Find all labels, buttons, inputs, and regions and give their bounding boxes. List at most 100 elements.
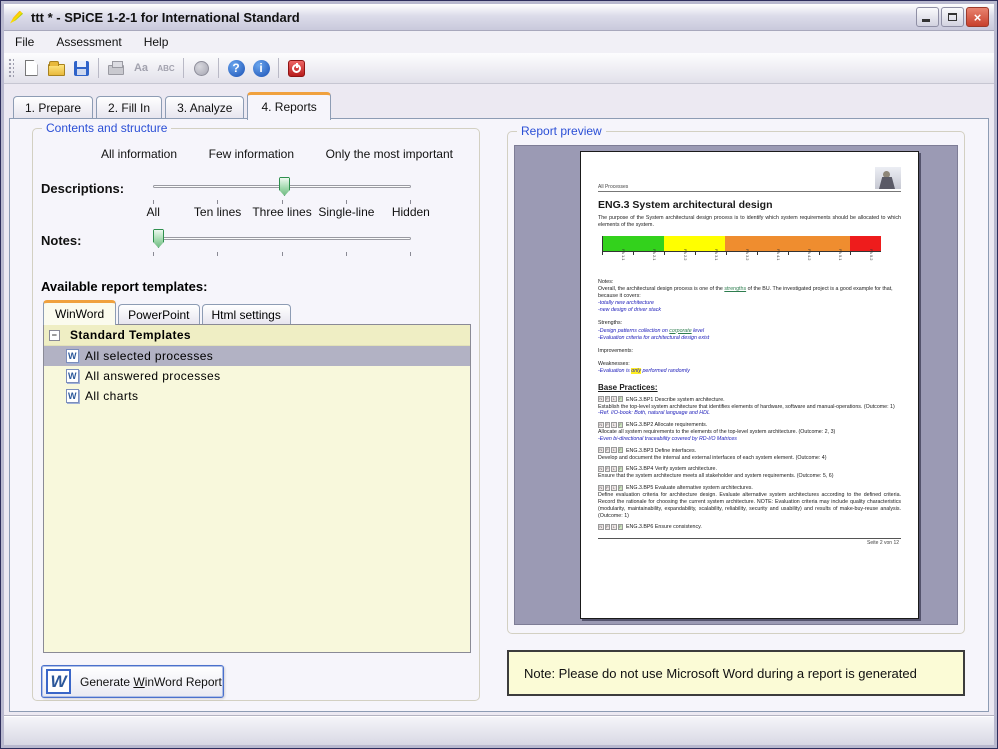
spellcheck-button: ABC [155,57,177,79]
maximize-button[interactable] [941,7,964,27]
tick-all: All [121,200,185,219]
note-text: Note: Please do not use Microsoft Word d… [524,666,917,681]
menu-file[interactable]: File [4,32,45,52]
tab-winword[interactable]: WinWord [43,300,116,325]
toolbar: Aa ABC ? i [4,53,994,84]
page-footer: Seite 2 von 12 [598,538,901,547]
word-document-icon: W [66,349,79,363]
base-practice-6: NPLFENG.3.BP6 Ensure consistency. [598,524,901,531]
slider-track[interactable] [153,237,411,240]
word-document-icon: W [66,369,79,383]
improvements-section: Improvements: [598,348,901,355]
generate-button-label: Generate WinWord Report [80,675,222,689]
template-tab-strip: WinWord PowerPoint Html settings [43,300,293,324]
highlighted-word: only [631,368,641,374]
toolbar-separator [98,58,99,78]
link-corporate: corporate [669,328,691,334]
tick-hidden: Hidden [379,200,443,219]
label-only-most-important: Only the most important [326,147,453,161]
slider-header-labels: All information Few information Only the… [101,147,453,161]
templates-label: Available report templates: [41,279,207,294]
tree-item-all-charts[interactable]: W All charts [44,386,470,406]
minimize-button[interactable] [916,7,939,27]
process-purpose: The purpose of the System architectural … [598,215,901,229]
window-title: ttt * - SPiCE 1-2-1 for International St… [31,10,300,25]
open-button[interactable] [45,57,67,79]
notes-slider-thumb[interactable] [153,229,164,248]
toolbar-separator [278,58,279,78]
info-button[interactable]: i [250,57,272,79]
toolbar-separator [218,58,219,78]
generate-winword-report-button[interactable]: W Generate WinWord Report [41,665,224,698]
print-button [105,57,127,79]
menu-bar: File Assessment Help [4,31,994,53]
winword-icon: W [46,669,71,694]
page-header-text: All Processes [598,184,628,190]
tab-reports[interactable]: 4. Reports [247,92,330,120]
base-practice-1: NPLFENG.3.BP1 Describe system architectu… [598,396,901,417]
word-document-icon: W [66,389,79,403]
descriptions-slider[interactable] [153,177,411,197]
app-icon [9,9,26,26]
print-icon [108,65,124,75]
report-preview-groupbox: Report preview All Processes ENG.3 Syste… [507,131,965,634]
collapse-icon[interactable]: − [49,330,60,341]
tab-prepare[interactable]: 1. Prepare [13,96,93,119]
save-button[interactable] [70,57,92,79]
person-photo [875,167,901,189]
template-tree: − Standard Templates W All selected proc… [43,324,471,653]
status-bar [4,715,994,745]
menu-assessment[interactable]: Assessment [45,32,132,52]
groupbox-label: Contents and structure [42,121,171,135]
web-button [190,57,212,79]
app-window: ttt * - SPiCE 1-2-1 for International St… [0,0,998,749]
exit-button[interactable] [285,57,307,79]
report-preview-area: All Processes ENG.3 System architectural… [514,145,958,625]
tick-ten-lines: Ten lines [185,200,249,219]
descriptions-tick-labels: All Ten lines Three lines Single-line Hi… [121,200,443,219]
font-button: Aa [130,57,152,79]
base-practice-3: NPLFENG.3.BP3 Define interfaces. Develop… [598,447,901,461]
link-strengths: strengths [724,286,746,292]
toolbar-grip[interactable] [8,58,14,78]
tick-single-line: Single-line [314,200,378,219]
tree-root-standard-templates[interactable]: − Standard Templates [44,325,470,346]
save-icon [74,61,89,76]
spellcheck-icon: ABC [157,64,174,73]
new-document-button[interactable] [20,57,42,79]
descriptions-slider-thumb[interactable] [279,177,290,196]
warning-note-box: Note: Please do not use Microsoft Word d… [507,650,965,696]
tick-three-lines: Three lines [250,200,314,219]
contents-structure-groupbox: Contents and structure All information F… [32,128,480,701]
tree-item-all-answered-processes[interactable]: W All answered processes [44,366,470,386]
globe-icon [194,61,209,76]
tab-powerpoint[interactable]: PowerPoint [118,304,199,325]
strengths-section: Strengths: -Design patterns collection o… [598,320,901,341]
help-icon: ? [228,60,245,77]
page-header: All Processes [598,174,901,192]
weaknesses-section: Weaknesses: -Evaluation is only performe… [598,361,901,375]
base-practice-2: NPLFENG.3.BP2 Allocate requirements. All… [598,422,901,443]
power-icon [288,60,305,77]
menu-help[interactable]: Help [133,32,180,52]
open-folder-icon [48,64,65,76]
notes-tick-marks [121,252,443,257]
maximize-icon [948,13,957,21]
report-page-preview: All Processes ENG.3 System architectural… [580,151,919,619]
tab-analyze[interactable]: 3. Analyze [165,96,244,119]
label-few-information: Few information [209,147,294,161]
label-all-information: All information [101,147,177,161]
tab-html-settings[interactable]: Html settings [202,304,291,325]
descriptions-label: Descriptions: [41,181,124,196]
info-icon: i [253,60,270,77]
notes-slider[interactable] [153,229,411,249]
minimize-icon [922,19,930,22]
tab-fill-in[interactable]: 2. Fill In [96,96,162,119]
tree-item-all-selected-processes[interactable]: W All selected processes [44,346,470,366]
toolbar-separator [183,58,184,78]
notes-label: Notes: [41,233,81,248]
notes-section: Notes: Overall, the architectural design… [598,279,901,315]
help-button[interactable]: ? [225,57,247,79]
font-icon: Aa [134,62,148,74]
close-button[interactable]: × [966,7,989,27]
